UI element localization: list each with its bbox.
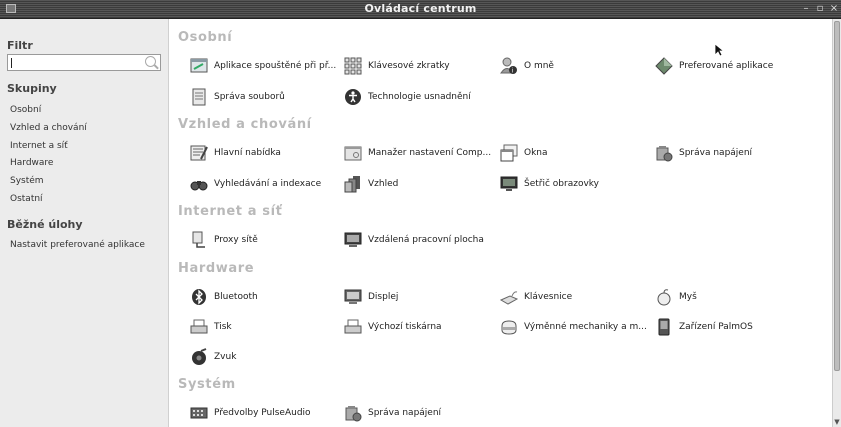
control-center-window: Ovládací centrum – ▫ × Filtr Skupiny Oso… (0, 0, 841, 427)
item-appearance[interactable]: Vzhled (344, 174, 398, 194)
group-link-look-and-feel[interactable]: Vzhled a chování (10, 123, 87, 133)
appearance-icon (344, 175, 362, 193)
item-accessibility[interactable]: Technologie usnadnění (344, 87, 471, 107)
network-proxy-icon (190, 231, 208, 249)
window-controls: – ▫ × (801, 3, 839, 14)
item-startup-apps[interactable]: Aplikace spouštěné při př... (190, 56, 336, 76)
tasks-heading: Běžné úlohy (7, 218, 83, 231)
pulseaudio-icon (190, 404, 208, 422)
scroll-down-arrow-icon[interactable]: ▼ (833, 418, 841, 426)
section-title-internet: Internet a síť (178, 204, 283, 219)
item-compiz-settings[interactable]: Manažer nastavení Comp... (344, 143, 491, 163)
windows-icon (500, 144, 518, 162)
item-file-management[interactable]: Správa souborů (190, 87, 285, 107)
main-menu-icon (190, 144, 208, 162)
groups-heading: Skupiny (7, 82, 57, 95)
item-network-proxy[interactable]: Proxy sítě (190, 230, 258, 250)
power-management-icon (655, 144, 673, 162)
main-panel: Osobní Aplikace spouštěné při př... Kláv… (169, 19, 832, 427)
scrollbar-thumb[interactable] (834, 21, 840, 371)
group-link-internet[interactable]: Internet a síť (10, 141, 68, 151)
item-mouse[interactable]: Myš (655, 287, 697, 307)
section-title-look-and-feel: Vzhled a chování (178, 117, 312, 132)
item-display[interactable]: Displej (344, 287, 398, 307)
bluetooth-icon (190, 288, 208, 306)
mouse-icon (655, 288, 673, 306)
item-windows[interactable]: Okna (500, 143, 548, 163)
startup-icon (190, 57, 208, 75)
item-search-indexing[interactable]: Vyhledávání a indexace (190, 174, 321, 194)
default-printer-icon (344, 318, 362, 336)
item-pulseaudio[interactable]: Předvolby PulseAudio (190, 403, 311, 423)
item-remote-desktop[interactable]: Vzdálená pracovní plocha (344, 230, 484, 250)
section-title-system: Systém (178, 377, 236, 392)
maximize-button[interactable]: ▫ (815, 3, 825, 14)
text-caret (11, 58, 12, 68)
item-print[interactable]: Tisk (190, 317, 232, 337)
power-management-icon (344, 404, 362, 422)
item-removable-drives[interactable]: Výměnné mechaniky a m... (500, 317, 647, 337)
removable-drives-icon (500, 318, 518, 336)
file-management-icon (190, 88, 208, 106)
accessibility-icon (344, 88, 362, 106)
item-main-menu[interactable]: Hlavní nabídka (190, 143, 281, 163)
remote-desktop-icon (344, 231, 362, 249)
filter-input[interactable] (7, 54, 161, 71)
item-palmos-device[interactable]: Zařízení PalmOS (655, 317, 753, 337)
item-screensaver[interactable]: Šetřič obrazovky (500, 174, 599, 194)
group-link-hardware[interactable]: Hardware (10, 158, 53, 168)
keyboard-shortcuts-icon (344, 57, 362, 75)
close-button[interactable]: × (829, 3, 839, 14)
vertical-scrollbar[interactable]: ▼ (832, 19, 841, 427)
group-link-system[interactable]: Systém (10, 176, 44, 186)
section-title-personal: Osobní (178, 30, 233, 45)
about-me-icon: i (500, 57, 518, 75)
item-bluetooth[interactable]: Bluetooth (190, 287, 258, 307)
preferred-apps-icon (655, 57, 673, 75)
item-keyboard[interactable]: Klávesnice (500, 287, 572, 307)
screensaver-icon (500, 175, 518, 193)
group-link-personal[interactable]: Osobní (10, 105, 41, 115)
printer-icon (190, 318, 208, 336)
minimize-button[interactable]: – (801, 3, 811, 14)
item-preferred-apps[interactable]: Preferované aplikace (655, 56, 773, 76)
title-bar[interactable]: Ovládací centrum – ▫ × (0, 0, 841, 19)
item-keyboard-shortcuts[interactable]: Klávesové zkratky (344, 56, 450, 76)
item-about-me[interactable]: i O mně (500, 56, 554, 76)
task-link-preferred-apps[interactable]: Nastavit preferované aplikace (10, 240, 145, 250)
search-indexing-icon (190, 175, 208, 193)
keyboard-icon (500, 288, 518, 306)
compiz-settings-icon (344, 144, 362, 162)
window-title: Ovládací centrum (364, 2, 477, 15)
item-sound[interactable]: Zvuk (190, 347, 236, 367)
filter-heading: Filtr (7, 39, 33, 52)
group-link-other[interactable]: Ostatní (10, 194, 43, 204)
item-default-printer[interactable]: Výchozí tiskárna (344, 317, 442, 337)
mouse-cursor-icon (714, 43, 724, 57)
item-power-management[interactable]: Správa napájení (655, 143, 752, 163)
section-title-hardware: Hardware (178, 261, 255, 276)
display-icon (344, 288, 362, 306)
sidebar: Filtr Skupiny Osobní Vzhled a chování In… (0, 19, 169, 427)
sound-icon (190, 348, 208, 366)
search-icon (145, 56, 156, 67)
palmos-device-icon (655, 318, 673, 336)
item-power-management-system[interactable]: Správa napájení (344, 403, 441, 423)
